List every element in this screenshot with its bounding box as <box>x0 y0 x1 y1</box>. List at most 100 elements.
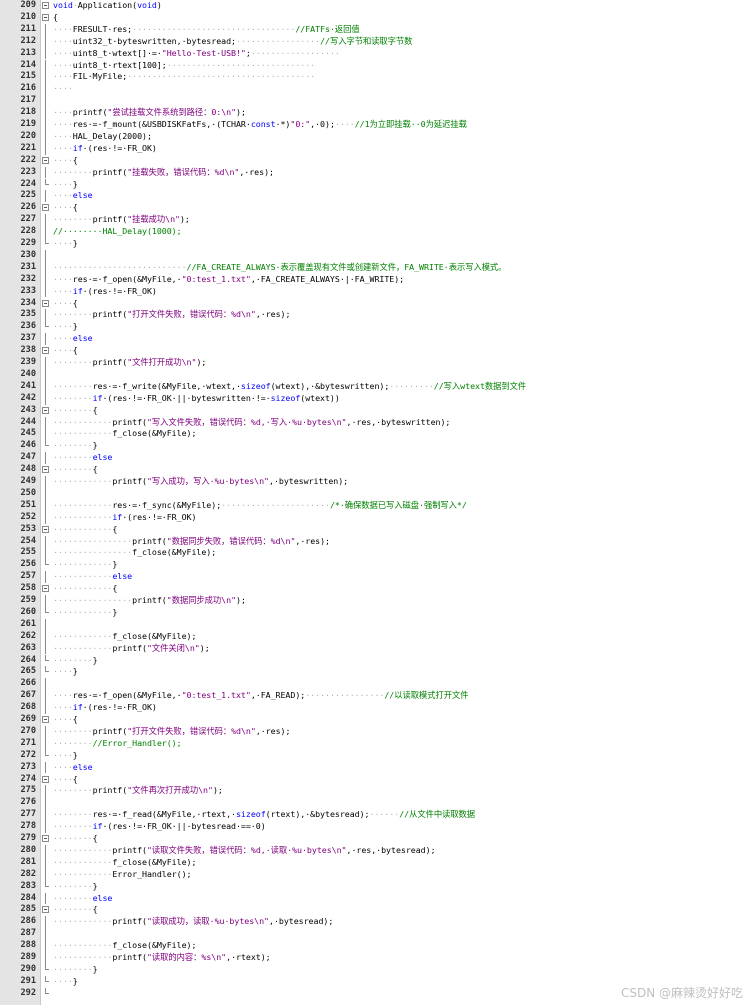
code-line[interactable]: 282 ············Error_Handler(); <box>0 868 751 881</box>
code-line[interactable]: 247 ········else <box>0 452 751 465</box>
code-token: { <box>112 583 118 594</box>
fold-toggle-icon[interactable] <box>42 347 49 355</box>
whitespace-marker: ············ <box>53 559 113 570</box>
code-line[interactable]: 214 ····uint8_t·rtext[100];··············… <box>0 59 751 72</box>
fold-toggle-icon[interactable] <box>42 204 49 212</box>
code-line[interactable]: 271 ········//Error_Handler(); <box>0 737 751 750</box>
fold-toggle-icon[interactable] <box>42 835 49 842</box>
code-line[interactable]: 243 ········{ <box>0 405 751 417</box>
code-line[interactable]: 257 ············else <box>0 571 751 584</box>
code-line[interactable]: 273 ····else <box>0 761 751 774</box>
code-line[interactable]: 223 ········printf("挂载失败，错误代码：%d\n",·res)… <box>0 166 751 179</box>
code-line[interactable]: 222 ····{ <box>0 155 751 167</box>
code-line[interactable]: 278 ········if·(res·!=·FR_OK·||·bytesread… <box>0 821 751 833</box>
code-line[interactable]: 259 ················printf("数据同步成功\n"); <box>0 595 751 607</box>
code-line[interactable]: 252 ············if·(res·!=·FR_OK) <box>0 511 751 524</box>
fold-toggle-icon[interactable] <box>42 466 49 474</box>
code-line[interactable]: 234 ····{ <box>0 298 751 310</box>
code-line[interactable]: 270 ········printf("打开文件失败，错误代码：%d\n",·re… <box>0 725 751 738</box>
code-editor[interactable]: 209 void·Application(void) 210{211 ····FRES… <box>0 0 751 1005</box>
fold-toggle-icon[interactable] <box>42 585 49 593</box>
code-line[interactable]: 233 ····if·(res·!=·FR_OK) <box>0 285 751 298</box>
code-line[interactable]: 227 ········printf("挂载成功\n"); <box>0 214 751 227</box>
fold-toggle-icon[interactable] <box>42 13 49 21</box>
code-line[interactable]: 285 ········{ <box>0 904 751 916</box>
code-line[interactable]: 290 ········} <box>0 963 751 976</box>
code-line[interactable]: 235 ········printf("打开文件失败，错误代码：%d\n",·re… <box>0 309 751 322</box>
fold-toggle-icon[interactable] <box>42 775 49 783</box>
code-line[interactable]: 268 ····if·(res·!=·FR_OK) <box>0 702 751 714</box>
code-line[interactable]: 246 ········} <box>0 440 751 452</box>
code-line[interactable]: 266 <box>0 678 751 691</box>
code-line[interactable]: 241 ········res·=·f_write(&MyFile,·wtext,… <box>0 380 751 393</box>
fold-toggle-icon[interactable] <box>42 2 49 9</box>
code-line[interactable]: 215 ····FIL·MyFile;······················… <box>0 71 751 84</box>
code-line[interactable]: 230 <box>0 249 751 262</box>
code-line[interactable]: 286 ············printf("读取成功，读取·%u·bytes\… <box>0 916 751 929</box>
code-line[interactable]: 277 ········res·=·f_read(&MyFile,·rtext,·… <box>0 809 751 822</box>
code-line[interactable]: 258 ············{ <box>0 583 751 595</box>
code-line[interactable]: 267 ····res·=·f_open(&MyFile,·"0:test_1.t… <box>0 690 751 703</box>
code-line[interactable]: 231 ···························//FA_CREAT… <box>0 261 751 274</box>
code-line[interactable]: 242 ········if·(res·!=·FR_OK·||·byteswrit… <box>0 392 751 405</box>
code-line[interactable]: 251 ············res·=·f_sync(&MyFile);···… <box>0 499 751 512</box>
code-line[interactable]: 217 <box>0 95 751 108</box>
fold-toggle-icon[interactable] <box>42 299 49 307</box>
code-line[interactable]: 284 ········else <box>0 892 751 905</box>
code-line[interactable]: 288 ············f_close(&MyFile); <box>0 940 751 952</box>
fold-toggle-icon[interactable] <box>42 525 49 533</box>
code-line[interactable]: 274 ····{ <box>0 774 751 786</box>
code-line[interactable]: 249 ············printf("写入成功，写入·%u·bytes\… <box>0 476 751 488</box>
code-line[interactable]: 275 ········printf("文件再次打开成功\n"); <box>0 785 751 798</box>
fold-toggle-icon[interactable] <box>42 406 49 414</box>
code-line[interactable]: 218 ····printf("尝试挂载文件系统到路径：0:\n"); <box>0 107 751 119</box>
code-line[interactable]: 239 ········printf("文件打开成功\n"); <box>0 357 751 369</box>
code-line[interactable]: 228 //········HAL_Delay(1000); <box>0 226 751 238</box>
fold-toggle-icon[interactable] <box>42 716 49 723</box>
code-line[interactable]: 260 ············} <box>0 606 751 619</box>
fold-toggle-icon[interactable] <box>42 156 49 164</box>
code-line[interactable]: 236 ····} <box>0 321 751 333</box>
code-line[interactable]: 250 <box>0 487 751 500</box>
fold-toggle-icon[interactable] <box>42 906 49 914</box>
code-line[interactable]: 212 ····uint32_t·byteswritten,·bytesread;… <box>0 35 751 48</box>
code-line[interactable]: 256 ············} <box>0 559 751 571</box>
code-line[interactable]: 240 <box>0 368 751 381</box>
code-line[interactable]: 261 <box>0 618 751 631</box>
code-line[interactable]: 255 ················f_close(&MyFile); <box>0 547 751 560</box>
code-line[interactable]: 283 ········} <box>0 880 751 893</box>
code-line[interactable]: 279 ········{ <box>0 833 751 845</box>
code-line[interactable]: 219 ····res·=·f_mount(&USBDISKFatFs,·(TCH… <box>0 119 751 131</box>
code-line[interactable]: 263 ············printf("文件关闭\n"); <box>0 642 751 655</box>
code-line[interactable]: 253 ············{ <box>0 524 751 536</box>
code-line[interactable]: 221 ····if·(res·!=·FR_OK) <box>0 142 751 155</box>
code-token: } <box>92 654 98 665</box>
code-line[interactable]: 213 ····uint8_t·wtext[]·=·"Hello·Test·USB… <box>0 47 751 60</box>
code-line[interactable]: 232 ····res·=·f_open(&MyFile,·"0:test_1.t… <box>0 273 751 286</box>
code-line[interactable]: 237 ····else <box>0 333 751 346</box>
code-line[interactable]: 211 ····FRESULT·res;·····················… <box>0 23 751 36</box>
code-line[interactable]: 220 ····HAL_Delay(2000); <box>0 130 751 143</box>
code-line[interactable]: 226 ····{ <box>0 202 751 214</box>
code-line[interactable]: 265 ····} <box>0 666 751 678</box>
code-line[interactable]: 254 ················printf("数据同步失败，错误代码：%… <box>0 535 751 548</box>
code-line[interactable]: 210 { <box>0 12 751 24</box>
code-line[interactable]: 269 ····{ <box>0 714 751 726</box>
code-line[interactable]: 264 ········} <box>0 654 751 667</box>
code-line[interactable]: 245 ············f_close(&MyFile); <box>0 428 751 441</box>
code-line[interactable]: 248 ········{ <box>0 464 751 476</box>
code-line[interactable]: 281 ············f_close(&MyFile); <box>0 856 751 869</box>
code-line[interactable]: 244 ············printf("写入文件失败，错误代码：%d,·写… <box>0 416 751 429</box>
code-line[interactable]: 216 ···· <box>0 83 751 96</box>
code-line[interactable]: 280 ············printf("读取文件失败，错误代码：%d,·读… <box>0 844 751 857</box>
code-line[interactable]: 276 <box>0 797 751 810</box>
code-line[interactable]: 229 ····} <box>0 238 751 250</box>
code-line[interactable]: 225 ····else <box>0 190 751 203</box>
code-line[interactable]: 272 ····} <box>0 749 751 762</box>
code-line[interactable]: 289 ············printf("读取的内容：%s\n",·rtex… <box>0 952 751 964</box>
code-line[interactable]: 224 ····} <box>0 178 751 191</box>
code-line[interactable]: 238 ····{ <box>0 345 751 357</box>
code-line[interactable]: 209 void·Application(void) <box>0 0 751 12</box>
code-line[interactable]: 287 <box>0 928 751 941</box>
code-line[interactable]: 262 ············f_close(&MyFile); <box>0 630 751 643</box>
